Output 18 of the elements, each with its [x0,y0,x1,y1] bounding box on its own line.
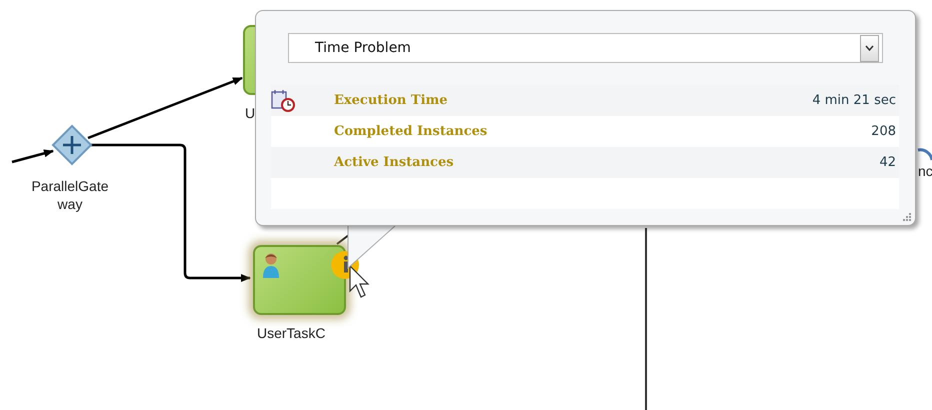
gateway-node[interactable] [52,124,92,166]
problem-dropdown[interactable]: Time Problem [288,33,883,63]
event-node[interactable] [918,148,932,160]
person-icon [262,252,280,279]
metric-label: Completed Instances [334,124,488,139]
metric-label: Execution Time [334,93,449,108]
resize-grip-icon[interactable] [902,212,912,222]
connector-arrow [12,149,54,164]
task-node[interactable] [253,245,346,315]
cursor-icon [349,265,371,300]
metric-value: 4 min 21 sec [812,93,896,108]
metric-label: Active Instances [334,155,455,170]
task-label: U [245,104,256,122]
task-label: UserTaskC [257,324,326,342]
gateway-label: ParallelGate way [30,177,110,213]
metric-value: 208 [871,124,896,139]
caret-icon [860,34,879,62]
metric-value: 42 [879,155,896,170]
